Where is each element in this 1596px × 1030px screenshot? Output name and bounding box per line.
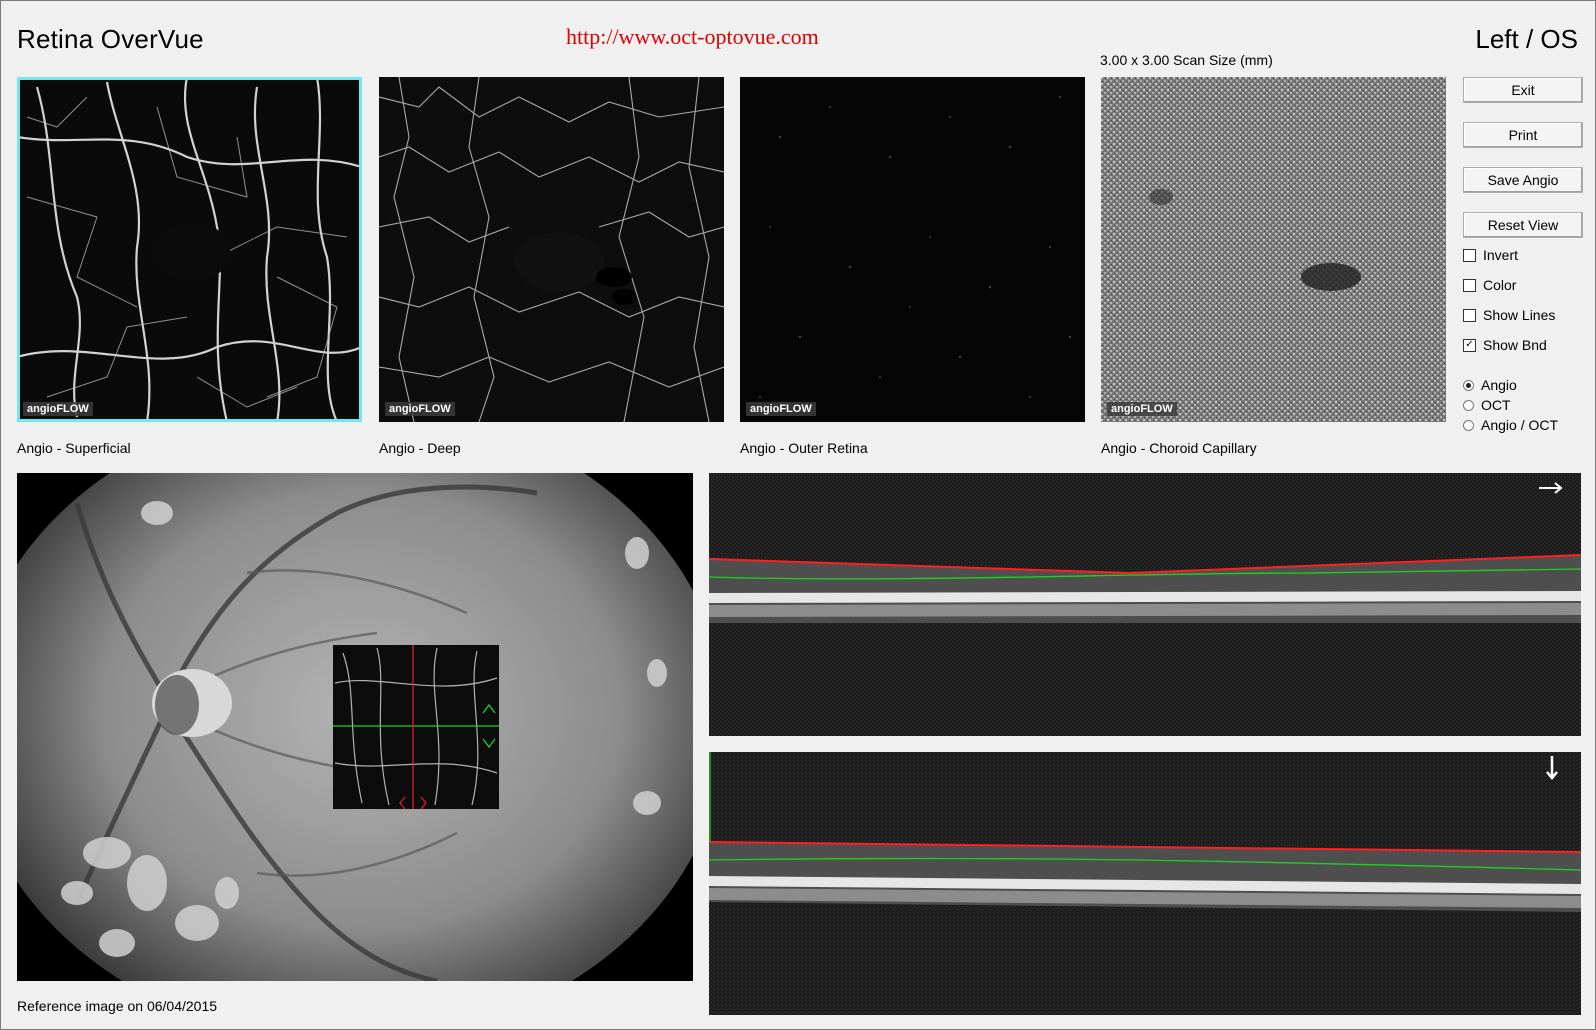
checkbox-box[interactable] xyxy=(1463,248,1476,262)
show-bnd-label: Show Bnd xyxy=(1483,337,1547,353)
bscan-vertical[interactable] xyxy=(709,752,1581,1015)
show-lines-label: Show Lines xyxy=(1483,307,1556,323)
thumb-angio-superficial[interactable]: angioFLOW xyxy=(17,77,362,422)
angio-outer-retina-image xyxy=(740,77,1085,422)
angio-superficial-image xyxy=(17,77,362,422)
radio-angio-oct-label: Angio / OCT xyxy=(1481,417,1559,433)
radio-angio[interactable]: Angio xyxy=(1463,377,1517,393)
angioflow-logo: angioFLOW xyxy=(746,402,816,416)
checkbox-box[interactable] xyxy=(1463,308,1476,322)
caption-angio-choroid-capillary: Angio - Choroid Capillary xyxy=(1101,440,1257,456)
invert-checkbox[interactable]: Invert xyxy=(1463,247,1518,263)
print-button[interactable]: Print xyxy=(1463,122,1583,148)
radio-dot-selected[interactable] xyxy=(1463,379,1474,391)
radio-oct-label: OCT xyxy=(1481,397,1511,413)
checkbox-box[interactable] xyxy=(1463,278,1476,292)
angio-deep-image xyxy=(379,77,724,422)
thumb-angio-outer-retina[interactable]: angioFLOW xyxy=(740,77,1085,422)
scan-size-label: 3.00 x 3.00 Scan Size (mm) xyxy=(1100,52,1273,68)
radio-oct[interactable]: OCT xyxy=(1463,397,1511,413)
radio-angio-label: Angio xyxy=(1481,377,1517,393)
app-title: Retina OverVue xyxy=(17,24,204,54)
bscan-vertical-image xyxy=(709,752,1581,1015)
watermark-url: http://www.oct-optovue.com xyxy=(566,24,819,49)
color-label: Color xyxy=(1483,277,1517,293)
color-checkbox[interactable]: Color xyxy=(1463,277,1516,293)
thumb-angio-choroid-capillary[interactable]: angioFLOW xyxy=(1101,77,1446,422)
save-angio-button[interactable]: Save Angio xyxy=(1463,167,1583,193)
angioflow-logo: angioFLOW xyxy=(23,402,93,416)
exit-button[interactable]: Exit xyxy=(1463,77,1583,103)
bscan-horizontal[interactable] xyxy=(709,473,1581,736)
angio-choroid-capillary-image xyxy=(1101,77,1446,422)
fundus-reference-image[interactable] xyxy=(17,473,693,981)
show-bnd-checkbox[interactable]: ✓ Show Bnd xyxy=(1463,337,1547,353)
radio-dot[interactable] xyxy=(1463,399,1474,411)
caption-angio-outer-retina: Angio - Outer Retina xyxy=(740,440,868,456)
caption-angio-deep: Angio - Deep xyxy=(379,440,461,456)
radio-dot[interactable] xyxy=(1463,419,1474,431)
reset-view-button[interactable]: Reset View xyxy=(1463,212,1583,238)
invert-label: Invert xyxy=(1483,247,1519,263)
radio-angio-oct[interactable]: Angio / OCT xyxy=(1463,417,1558,433)
reference-caption: Reference image on 06/04/2015 xyxy=(17,998,218,1014)
fundus-image xyxy=(17,473,693,981)
checkbox-box-checked[interactable]: ✓ xyxy=(1463,338,1476,352)
eye-label: Left / OS xyxy=(1475,24,1578,54)
caption-angio-superficial: Angio - Superficial xyxy=(17,440,131,456)
angioflow-logo: angioFLOW xyxy=(385,402,455,416)
thumb-angio-deep[interactable]: angioFLOW xyxy=(379,77,724,422)
bscan-horizontal-image xyxy=(709,473,1581,736)
angioflow-logo: angioFLOW xyxy=(1107,402,1177,416)
show-lines-checkbox[interactable]: Show Lines xyxy=(1463,307,1555,323)
